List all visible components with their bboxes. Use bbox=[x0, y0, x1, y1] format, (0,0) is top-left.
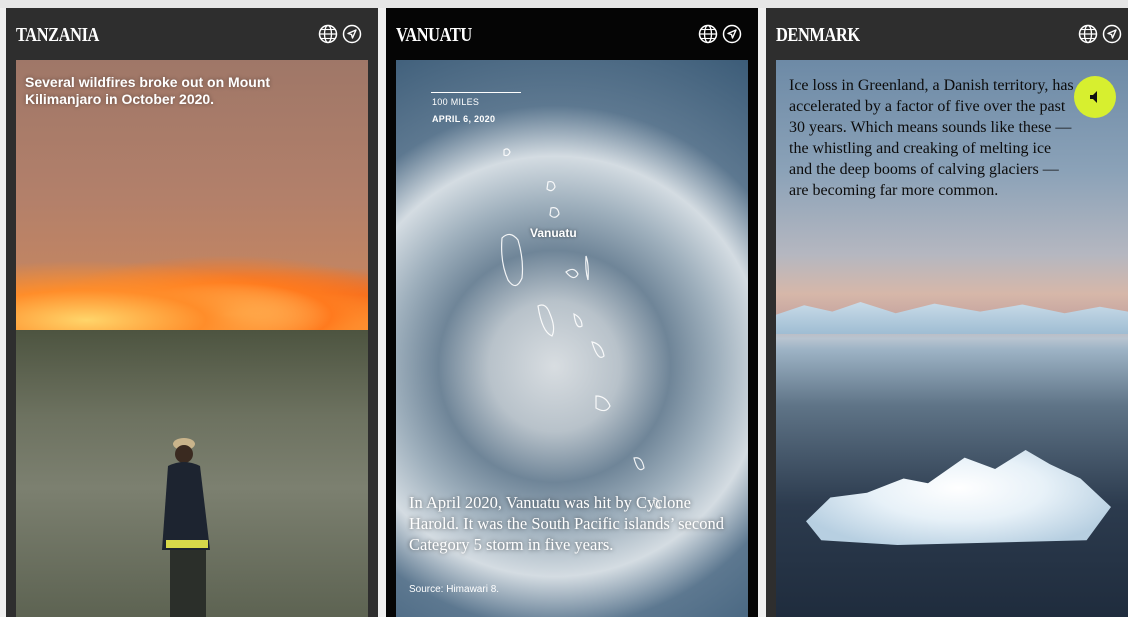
source-credit: Source: Himawari 8. bbox=[409, 584, 500, 595]
cyclone-satellite-image[interactable]: 100 MILES APRIL 6, 2020 Vanuatu In April… bbox=[396, 60, 748, 617]
scale-bar bbox=[431, 92, 521, 93]
panel-header: DENMARK bbox=[766, 8, 1128, 60]
top-bar bbox=[0, 0, 1128, 8]
map-place-label: Vanuatu bbox=[530, 226, 577, 240]
globe-icon[interactable] bbox=[1078, 24, 1098, 44]
firefighter-figure bbox=[162, 438, 210, 617]
scale-label: 100 MILES bbox=[432, 97, 480, 107]
country-title: TANZANIA bbox=[16, 24, 99, 46]
panel-vanuatu[interactable]: VANUATU 100 MILES APRIL 6, 2020 Vanuatu … bbox=[386, 8, 758, 617]
location-arrow-icon[interactable] bbox=[342, 24, 362, 44]
date-label: APRIL 6, 2020 bbox=[432, 114, 496, 124]
header-icons bbox=[1078, 24, 1122, 44]
panel-tanzania[interactable]: TANZANIA Several wildfires broke out on … bbox=[6, 8, 378, 617]
panel-caption: Several wildfires broke out on Mount Kil… bbox=[25, 74, 271, 107]
wildfire-video[interactable]: Several wildfires broke out on Mount Kil… bbox=[16, 60, 368, 617]
panel-denmark[interactable]: DENMARK Ice loss in Greenland, a Danish … bbox=[766, 8, 1128, 617]
location-arrow-icon[interactable] bbox=[722, 24, 742, 44]
globe-icon[interactable] bbox=[698, 24, 718, 44]
greenland-ice-video[interactable]: Ice loss in Greenland, a Danish territor… bbox=[776, 60, 1128, 617]
audio-button[interactable] bbox=[1074, 76, 1116, 118]
country-title: DENMARK bbox=[776, 24, 860, 46]
panel-caption: In April 2020, Vanuatu was hit by Cyclon… bbox=[409, 493, 724, 554]
header-icons bbox=[318, 24, 362, 44]
globe-icon[interactable] bbox=[318, 24, 338, 44]
panel-header: VANUATU bbox=[386, 8, 758, 60]
header-icons bbox=[698, 24, 742, 44]
location-arrow-icon[interactable] bbox=[1102, 24, 1122, 44]
speaker-icon bbox=[1090, 91, 1097, 103]
country-title: VANUATU bbox=[396, 24, 472, 46]
panel-header: TANZANIA bbox=[6, 8, 378, 60]
panel-caption: Ice loss in Greenland, a Danish territor… bbox=[789, 77, 1074, 199]
